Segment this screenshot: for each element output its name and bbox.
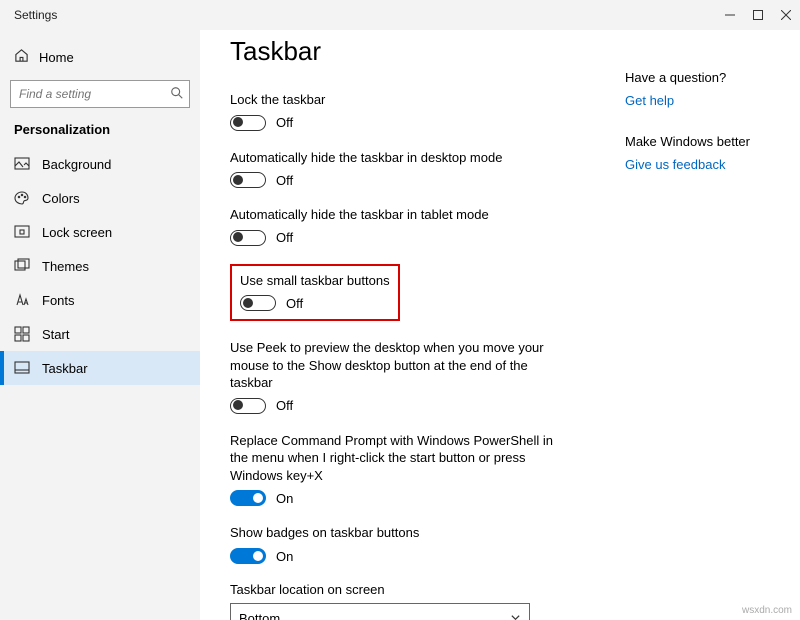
nav-label: Colors — [42, 191, 80, 206]
nav-label: Start — [42, 327, 69, 342]
window-title: Settings — [14, 8, 57, 22]
setting-autohide-desktop: Automatically hide the taskbar in deskto… — [230, 149, 570, 189]
setting-autohide-tablet: Automatically hide the taskbar in tablet… — [230, 206, 570, 246]
fonts-icon — [14, 292, 30, 308]
setting-label: Use Peek to preview the desktop when you… — [230, 339, 570, 392]
start-icon — [14, 326, 30, 342]
sidebar-item-background[interactable]: Background — [0, 147, 200, 181]
toggle-state: On — [276, 549, 293, 564]
nav-label: Background — [42, 157, 111, 172]
setting-label: Replace Command Prompt with Windows Powe… — [230, 432, 570, 485]
taskbar-icon — [14, 360, 30, 376]
toggle-state: Off — [276, 173, 293, 188]
sidebar-item-themes[interactable]: Themes — [0, 249, 200, 283]
toggle-peek[interactable] — [230, 398, 266, 414]
setting-small-buttons: Use small taskbar buttons Off — [240, 272, 390, 312]
nav-label: Themes — [42, 259, 89, 274]
feedback-link[interactable]: Give us feedback — [625, 157, 782, 172]
toggle-autohide-tablet[interactable] — [230, 230, 266, 246]
toggle-badges[interactable] — [230, 548, 266, 564]
maximize-button[interactable] — [744, 0, 772, 30]
nav-label: Taskbar — [42, 361, 88, 376]
toggle-state: Off — [276, 115, 293, 130]
close-button[interactable] — [772, 0, 800, 30]
category-header: Personalization — [0, 122, 200, 147]
dropdown-label: Taskbar location on screen — [230, 582, 625, 597]
setting-badges: Show badges on taskbar buttons On — [230, 524, 570, 564]
home-nav[interactable]: Home — [0, 42, 200, 72]
title-bar: Settings — [0, 0, 800, 30]
setting-label: Show badges on taskbar buttons — [230, 524, 570, 542]
main-content: Taskbar Lock the taskbar Off Automatical… — [200, 30, 625, 620]
chevron-down-icon — [510, 611, 521, 620]
help-heading: Have a question? — [625, 70, 782, 85]
nav-label: Lock screen — [42, 225, 112, 240]
setting-label: Automatically hide the taskbar in deskto… — [230, 149, 570, 167]
sidebar-item-fonts[interactable]: Fonts — [0, 283, 200, 317]
nav-list: Background Colors Lock screen Themes Fon… — [0, 147, 200, 385]
setting-lock-taskbar: Lock the taskbar Off — [230, 91, 570, 131]
search-input[interactable] — [10, 80, 190, 108]
toggle-state: On — [276, 491, 293, 506]
setting-label: Use small taskbar buttons — [240, 272, 390, 290]
setting-powershell: Replace Command Prompt with Windows Powe… — [230, 432, 570, 507]
lockscreen-icon — [14, 224, 30, 240]
setting-label: Automatically hide the taskbar in tablet… — [230, 206, 570, 224]
setting-label: Lock the taskbar — [230, 91, 570, 109]
minimize-button[interactable] — [716, 0, 744, 30]
feedback-heading: Make Windows better — [625, 134, 782, 149]
home-icon — [14, 48, 29, 66]
highlighted-setting: Use small taskbar buttons Off — [230, 264, 400, 322]
toggle-small-buttons[interactable] — [240, 295, 276, 311]
toggle-powershell[interactable] — [230, 490, 266, 506]
home-label: Home — [39, 50, 74, 65]
toggle-autohide-desktop[interactable] — [230, 172, 266, 188]
sidebar-item-taskbar[interactable]: Taskbar — [0, 351, 200, 385]
right-panel: Have a question? Get help Make Windows b… — [625, 30, 800, 620]
search-icon — [170, 86, 184, 103]
setting-peek: Use Peek to preview the desktop when you… — [230, 339, 570, 414]
sidebar-item-colors[interactable]: Colors — [0, 181, 200, 215]
dropdown-value: Bottom — [239, 611, 280, 620]
search-box[interactable] — [10, 80, 190, 108]
sidebar: Home Personalization Background Colors L… — [0, 30, 200, 620]
toggle-state: Off — [276, 230, 293, 245]
watermark: wsxdn.com — [742, 605, 792, 616]
palette-icon — [14, 190, 30, 206]
toggle-lock-taskbar[interactable] — [230, 115, 266, 131]
background-icon — [14, 156, 30, 172]
toggle-state: Off — [276, 398, 293, 413]
page-title: Taskbar — [230, 36, 625, 67]
themes-icon — [14, 258, 30, 274]
toggle-state: Off — [286, 296, 303, 311]
sidebar-item-start[interactable]: Start — [0, 317, 200, 351]
nav-label: Fonts — [42, 293, 75, 308]
get-help-link[interactable]: Get help — [625, 93, 782, 108]
dropdown-location[interactable]: Bottom — [230, 603, 530, 620]
sidebar-item-lockscreen[interactable]: Lock screen — [0, 215, 200, 249]
